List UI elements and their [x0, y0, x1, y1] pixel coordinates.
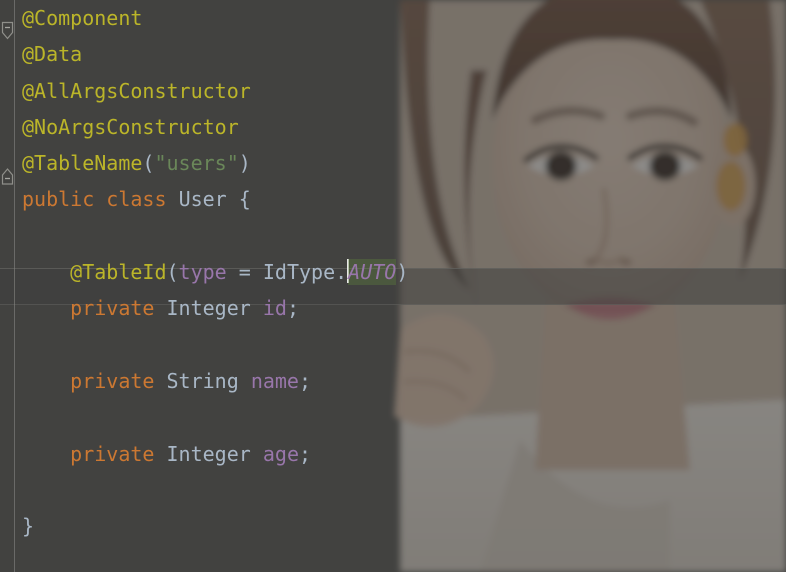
code-line-content: private Integer age; — [22, 442, 311, 466]
code-line[interactable]: private Integer id; — [0, 290, 786, 326]
token-keyword: private — [70, 368, 155, 393]
token-punct: . — [335, 260, 348, 285]
code-line[interactable]: @Component — [0, 0, 786, 36]
token-param: type — [178, 260, 227, 285]
token-type: User — [178, 187, 227, 212]
inline-completion-hint[interactable]: AUTO — [348, 259, 397, 286]
token-annotation: @NoArgsConstructor — [22, 114, 239, 139]
token-punct: ; — [298, 441, 312, 466]
code-line-content: } — [22, 514, 34, 538]
code-line-content: @TableId(type = IdType.AUTO) — [22, 259, 409, 286]
code-line-content: public class User { — [22, 187, 251, 211]
token-type: Integer — [166, 296, 251, 321]
token-field: age — [262, 441, 299, 466]
token-field: id — [262, 296, 287, 321]
code-line[interactable]: @AllArgsConstructor — [0, 73, 786, 109]
token-keyword: public — [22, 187, 95, 212]
code-line[interactable]: private Integer age; — [0, 436, 786, 472]
token-annotation: @Data — [22, 42, 83, 67]
token-punct: ) — [238, 151, 251, 176]
token-keyword: private — [70, 296, 155, 321]
code-line[interactable]: } — [0, 508, 786, 544]
token-annotation: @AllArgsConstructor — [22, 78, 251, 103]
token-type: String — [166, 368, 239, 393]
token-string: "users" — [154, 151, 239, 176]
code-line-content: @Data — [22, 42, 82, 66]
token-punct: ( — [166, 260, 179, 285]
token-punct: ; — [298, 368, 312, 393]
token-type: IdType — [262, 260, 336, 285]
code-line[interactable]: @Data — [0, 36, 786, 72]
code-text-area[interactable]: @Component @Data @AllArgsConstructor @NoArg… — [0, 0, 786, 572]
code-line[interactable] — [0, 327, 786, 363]
code-line[interactable]: @TableName("users") — [0, 145, 786, 181]
code-line-content: private String name; — [22, 369, 311, 393]
code-line[interactable]: @TableId(type = IdType.AUTO) — [0, 254, 786, 290]
code-line-content: @NoArgsConstructor — [22, 115, 239, 139]
token-punct: ) — [396, 260, 409, 285]
code-editor-window: @Component @Data @AllArgsConstructor @NoArg… — [0, 0, 786, 572]
token-annotation: @Component — [22, 6, 143, 30]
token-punct: { — [238, 187, 251, 212]
code-line[interactable]: @NoArgsConstructor — [0, 109, 786, 145]
token-punct: ( — [142, 151, 155, 176]
code-line-content: private Integer id; — [22, 296, 299, 320]
token-punct: = — [238, 260, 251, 285]
token-annotation: @TableId — [70, 260, 167, 285]
code-line-content: @TableName("users") — [22, 151, 251, 175]
token-type: Integer — [166, 441, 251, 466]
code-line-content: @Component — [22, 6, 142, 30]
token-annotation: @TableName — [22, 151, 143, 176]
token-punct: ; — [286, 296, 299, 321]
token-keyword: class — [106, 187, 167, 212]
code-line[interactable] — [0, 399, 786, 435]
token-field: name — [250, 368, 299, 393]
code-line-content: @AllArgsConstructor — [22, 79, 251, 103]
token-keyword: private — [70, 441, 155, 466]
code-line[interactable] — [0, 218, 786, 254]
code-line[interactable]: public class User { — [0, 181, 786, 217]
token-punct: } — [22, 514, 35, 539]
code-line[interactable] — [0, 472, 786, 508]
code-line[interactable]: private String name; — [0, 363, 786, 399]
